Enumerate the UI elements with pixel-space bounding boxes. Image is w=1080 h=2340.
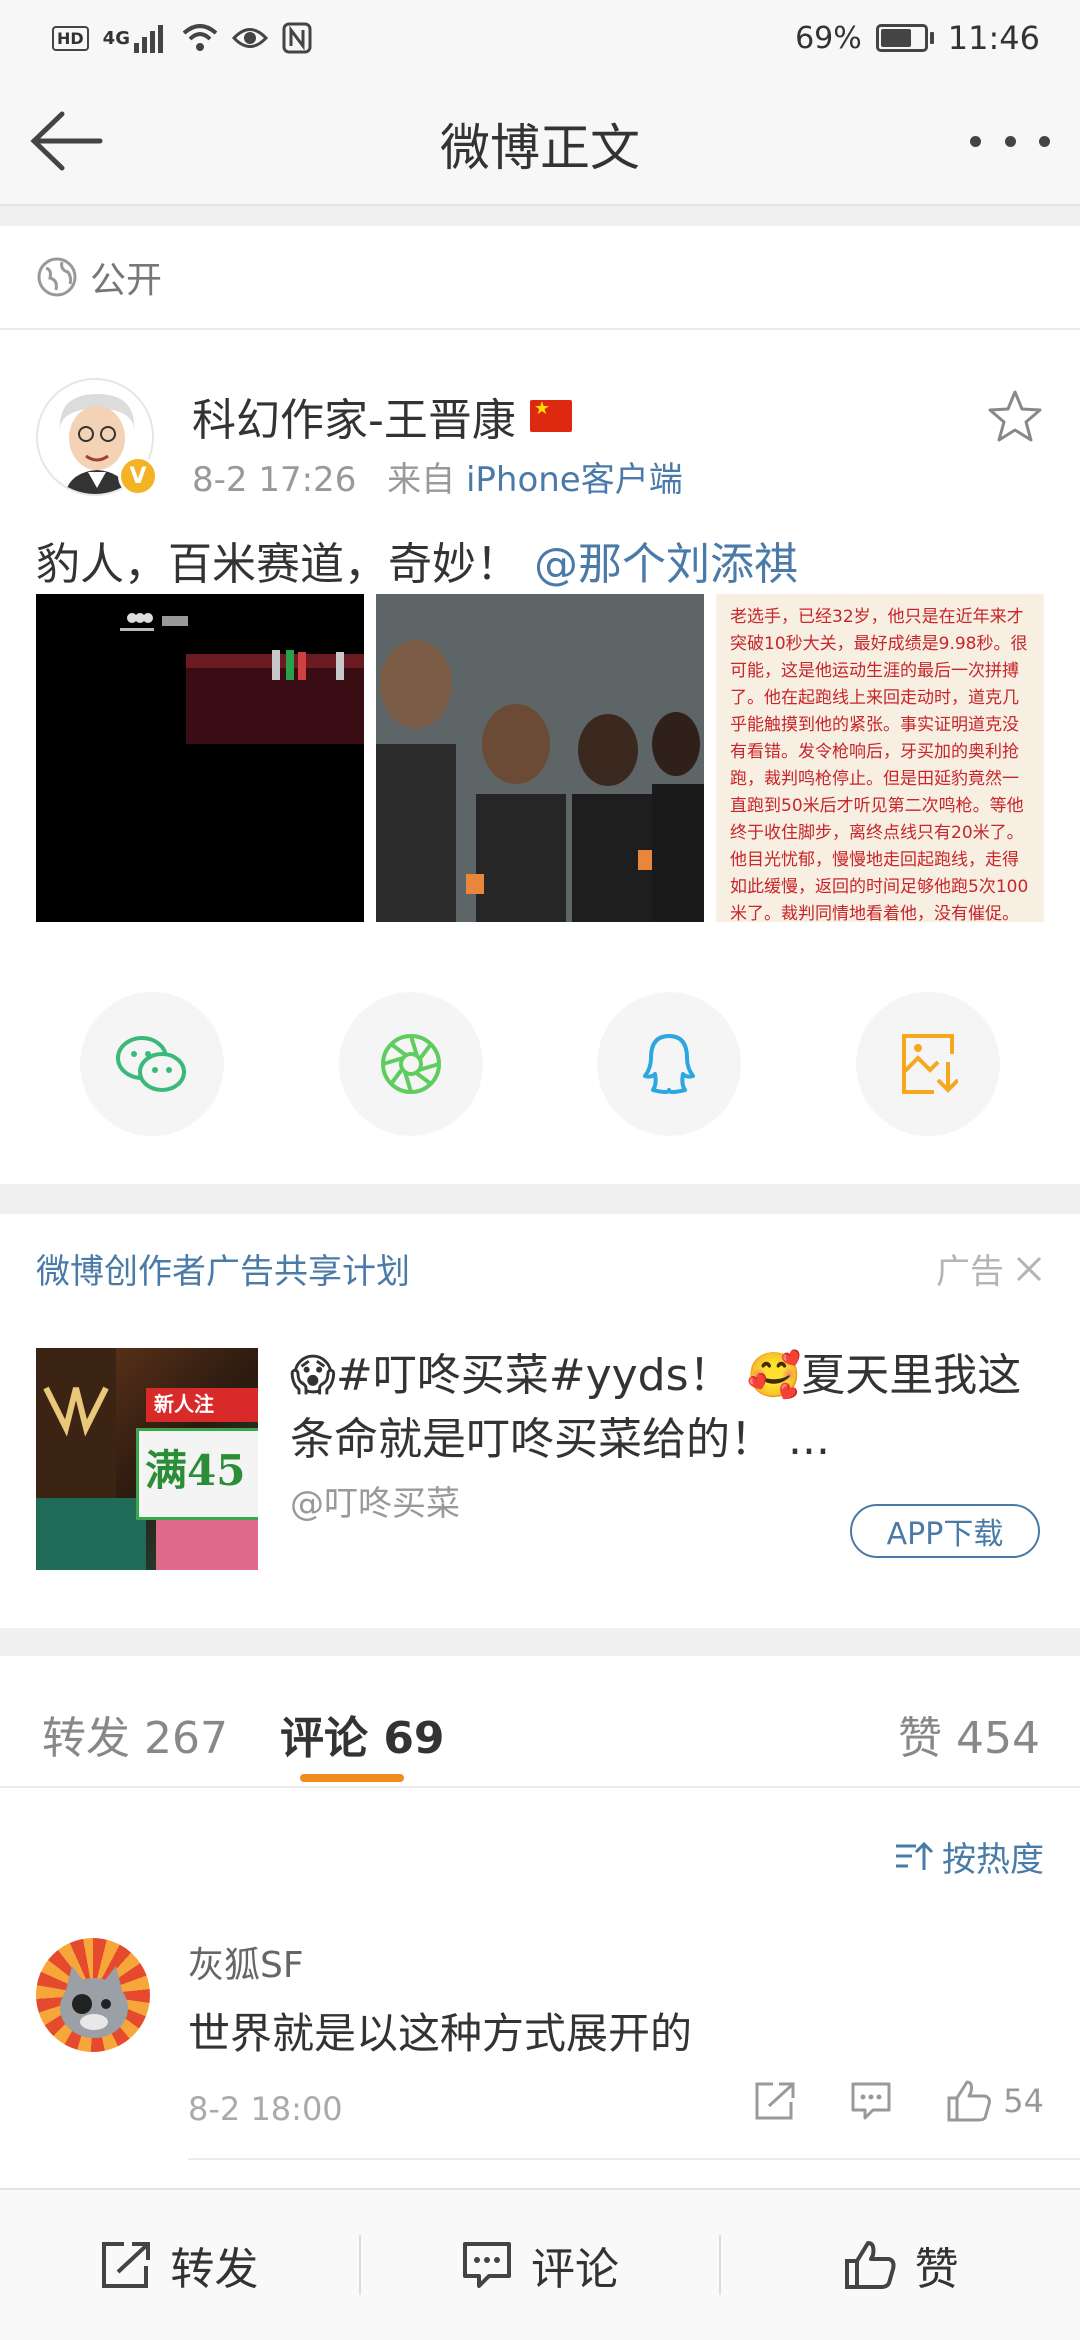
china-flag-icon [529, 398, 572, 432]
comment-repost-button[interactable] [753, 2080, 797, 2122]
image-grid: 老选手，已经32岁，他只是在近年来才突破10秒大关，最好成绩是9.98秒。很可能… [36, 594, 1044, 922]
ad-handle[interactable]: @叮咚买菜 [290, 1476, 460, 1525]
post-image-3[interactable]: 老选手，已经32岁，他只是在近年来才突破10秒大关，最好成绩是9.98秒。很可能… [716, 594, 1044, 922]
clock: 11:46 [947, 19, 1040, 57]
comment-item: 灰狐SF 世界就是以这种方式展开的 8-2 18:00 54 [0, 1920, 1080, 2160]
sort-icon [896, 1841, 934, 1870]
comment-bubble-icon [851, 2082, 891, 2120]
ad-text[interactable]: 😱#叮咚买菜#yyds！ 🥰夏天里我这条命就是叮咚买菜给的！ ... [290, 1344, 1050, 1472]
sprinters-photo [376, 594, 704, 922]
sort-by-hot-button[interactable]: 按热度 [894, 1832, 1044, 1881]
battery-icon [875, 24, 934, 52]
post-image-2[interactable] [376, 594, 704, 922]
verified-badge: V [118, 456, 158, 496]
ad-program-link[interactable]: 微博创作者广告共享计划 [36, 1244, 410, 1293]
ad-label: 广告 [936, 1252, 1004, 1292]
section-gap [0, 1628, 1080, 1656]
stadium-photo [36, 594, 364, 922]
hd-badge: HD [52, 25, 89, 51]
tab-repost[interactable]: 转发 267 [42, 1702, 228, 1766]
share-out-icon [755, 2082, 795, 2120]
avatar[interactable] [36, 1938, 150, 2052]
tab-likes[interactable]: 赞 454 [898, 1702, 1040, 1766]
author-name[interactable]: 科幻作家-王晋康 [192, 384, 516, 448]
close-icon[interactable] [1014, 1254, 1044, 1284]
like-button[interactable]: 赞 [721, 2190, 1080, 2340]
comment-time: 8-2 18:00 [188, 2090, 343, 2128]
comment-reply-button[interactable] [849, 2080, 893, 2122]
author-name-row: 科幻作家-王晋康 [192, 384, 572, 448]
visibility-row: 公开 [0, 226, 1080, 330]
like-label: 赞 [914, 2244, 959, 2295]
ad-tag: 广告 [936, 1244, 1044, 1293]
app-download-button[interactable]: APP下载 [850, 1504, 1040, 1558]
status-left: HD 4G [52, 22, 312, 54]
network-badge: 4G [102, 27, 130, 49]
post-time: 8-2 17:26 [192, 460, 357, 500]
nfc-icon [282, 22, 312, 54]
page-title: 微博正文 [440, 119, 640, 177]
visibility-label: 公开 [90, 260, 163, 301]
ad-thumb-banner: 满45 [136, 1428, 258, 1520]
share-row [80, 992, 1000, 1136]
bottom-action-bar: 转发 评论 赞 [0, 2188, 1080, 2340]
thumbs-up-icon [844, 2241, 896, 2289]
qq-icon [643, 1034, 696, 1094]
nav-bar: 微博正文 [0, 76, 1080, 206]
wifi-icon [182, 24, 218, 51]
share-out-icon [102, 2242, 151, 2288]
status-right: 69% 11:46 [795, 19, 1040, 57]
ad-card: 微博创作者广告共享计划 广告 新人注 满45 😱#叮咚买菜#yyds！ 🥰夏天里… [0, 1214, 1080, 1628]
comment-bubble-icon [463, 2242, 511, 2288]
moments-icon [380, 1034, 441, 1094]
post-card: V 科幻作家-王晋康 8-2 17:26 来自 iPhone客户端 豹人，百米赛… [0, 332, 1080, 1184]
repost-button[interactable]: 转发 [0, 2190, 359, 2340]
comment-text: 世界就是以这种方式展开的 [188, 2009, 693, 2058]
battery-percent: 69% [795, 20, 862, 56]
post-text: 豹人，百米赛道，奇妙！ @那个刘添祺 [36, 528, 798, 592]
section-gap [0, 206, 1080, 226]
save-image-icon [901, 1034, 958, 1094]
post-body: 豹人，百米赛道，奇妙！ [36, 539, 520, 590]
commenter-name[interactable]: 灰狐SF [188, 1936, 304, 1988]
comment-like-count: 54 [1003, 2082, 1044, 2120]
post-image-1[interactable] [36, 594, 364, 922]
post-meta: 8-2 17:26 来自 iPhone客户端 [192, 452, 683, 501]
ad-thumb-banner-text: 满45 [145, 1446, 246, 1495]
comment-actions: 54 [753, 2078, 1044, 2124]
scanned-book-text: 老选手，已经32岁，他只是在近年来才突破10秒大关，最好成绩是9.98秒。很可能… [730, 607, 1029, 922]
interaction-tabs: 转发 267 评论 69 赞 454 [0, 1656, 1080, 1788]
thumbs-up-icon [947, 2080, 992, 2122]
more-dots-icon[interactable] [970, 116, 1050, 166]
wechat-icon [116, 1036, 186, 1092]
ad-thumbnail[interactable]: 新人注 满45 [36, 1348, 258, 1570]
mention-link[interactable]: @那个刘添祺 [534, 539, 798, 590]
active-tab-indicator [300, 1774, 404, 1782]
repost-label: 转发 [170, 2244, 259, 2295]
signal-icon [133, 25, 163, 53]
save-image-button[interactable] [855, 992, 1000, 1136]
section-gap [0, 1184, 1080, 1214]
star-icon[interactable] [986, 388, 1044, 446]
comment-button[interactable]: 评论 [361, 2190, 720, 2340]
post-source[interactable]: iPhone客户端 [466, 460, 683, 500]
globe-icon [37, 257, 77, 297]
tab-comments[interactable]: 评论 69 [280, 1702, 445, 1766]
share-wechat-button[interactable] [80, 992, 224, 1136]
comment-label: 评论 [531, 2244, 619, 2295]
status-bar: HD 4G 69% 11:46 [0, 0, 1080, 76]
sort-label: 按热度 [942, 1840, 1044, 1880]
source-prefix: 来自 [387, 460, 456, 500]
ad-thumb-badge: 新人注 [146, 1388, 258, 1422]
share-qq-button[interactable] [597, 992, 742, 1136]
eye-icon [231, 28, 268, 48]
share-moments-button[interactable] [338, 992, 483, 1136]
comment-like-button[interactable]: 54 [945, 2078, 1044, 2124]
divider [188, 2158, 1080, 2160]
commenter-avatar-image [60, 1966, 128, 2038]
